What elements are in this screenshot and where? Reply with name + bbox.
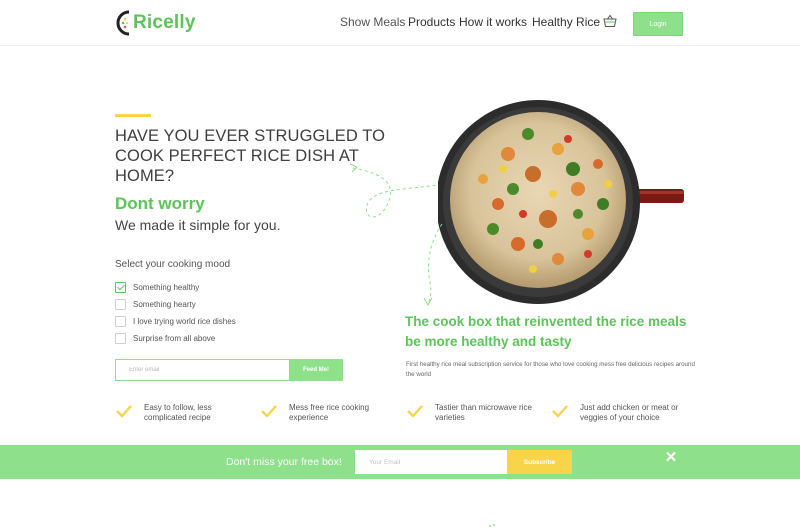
mood-option-label: Something hearty: [133, 300, 196, 309]
mood-option-label: I love trying world rice dishes: [133, 317, 236, 326]
dont-worry-heading: Dont worry: [115, 194, 205, 213]
mood-option-hearty[interactable]: Something hearty: [115, 299, 196, 310]
nav-show-meals[interactable]: Show Meals: [340, 15, 405, 29]
check-icon: [116, 405, 132, 418]
rice-pan-image: [438, 100, 684, 304]
top-navbar: Ricelly Show Meals Products How it works…: [0, 0, 800, 46]
banner-text: Don't miss your free box!: [226, 456, 342, 468]
feed-me-button[interactable]: Feed Me!: [289, 359, 343, 381]
subscribe-button[interactable]: Subscribe: [507, 450, 572, 474]
dashed-arrow-decoration: [349, 163, 438, 218]
feature-item: Mess free rice cooking experience: [260, 403, 399, 423]
rice-bowl-logo-icon: [116, 10, 130, 36]
mood-option-world[interactable]: I love trying world rice dishes: [115, 316, 236, 327]
hero-email-input[interactable]: [115, 359, 290, 381]
nav-healthy-rice[interactable]: Healthy Rice: [532, 15, 600, 29]
title-accent-bar: [115, 114, 151, 117]
close-icon[interactable]: ✕: [664, 450, 678, 465]
mood-option-label: Surprise from all above: [133, 334, 216, 343]
logo[interactable]: Ricelly: [116, 9, 196, 37]
check-icon: [407, 405, 423, 418]
mood-option-surprise[interactable]: Surprise from all above: [115, 333, 215, 344]
mood-option-healthy[interactable]: Something healthy: [115, 282, 199, 293]
dashed-arrow-decoration: [423, 223, 443, 307]
feature-text: Mess free rice cooking experience: [289, 403, 370, 422]
mood-option-label: Something healthy: [133, 283, 200, 292]
cooking-mood-label: Select your cooking mood: [115, 259, 231, 270]
tagline-title: The cook box that reinvented the rice me…: [405, 314, 687, 349]
nav-products[interactable]: Products: [408, 15, 455, 29]
feature-item: Easy to follow, less complicated recipe: [115, 403, 254, 423]
checkbox[interactable]: [115, 316, 126, 327]
feature-text: Tastier than microwave rice varieties: [435, 403, 532, 422]
feature-item: Tastier than microwave rice varieties: [406, 403, 545, 423]
check-icon: [552, 405, 568, 418]
tagline-subtitle: First healthy rice meal subscription ser…: [406, 361, 695, 378]
nav-how-it-works[interactable]: How it works: [459, 15, 527, 29]
check-icon: [261, 405, 277, 418]
basket-icon[interactable]: [603, 14, 617, 28]
checkbox[interactable]: [115, 333, 126, 344]
banner-email-input[interactable]: [355, 450, 507, 474]
feature-text: Easy to follow, less complicated recipe: [144, 403, 212, 422]
checkbox-checked[interactable]: [115, 282, 126, 293]
login-button[interactable]: Login: [633, 12, 683, 36]
hero-email-form: Feed Me!: [115, 359, 343, 381]
feature-text: Just add chicken or meat or veggies of y…: [580, 403, 679, 422]
decorative-dots-icon: [489, 524, 495, 527]
feature-item: Just add chicken or meat or veggies of y…: [551, 403, 690, 423]
made-simple-subheading: We made it simple for you.: [115, 217, 281, 233]
brand-name: Ricelly: [133, 12, 196, 33]
checkbox[interactable]: [115, 299, 126, 310]
free-box-banner: Don't miss your free box! Subscribe ✕: [0, 445, 800, 479]
